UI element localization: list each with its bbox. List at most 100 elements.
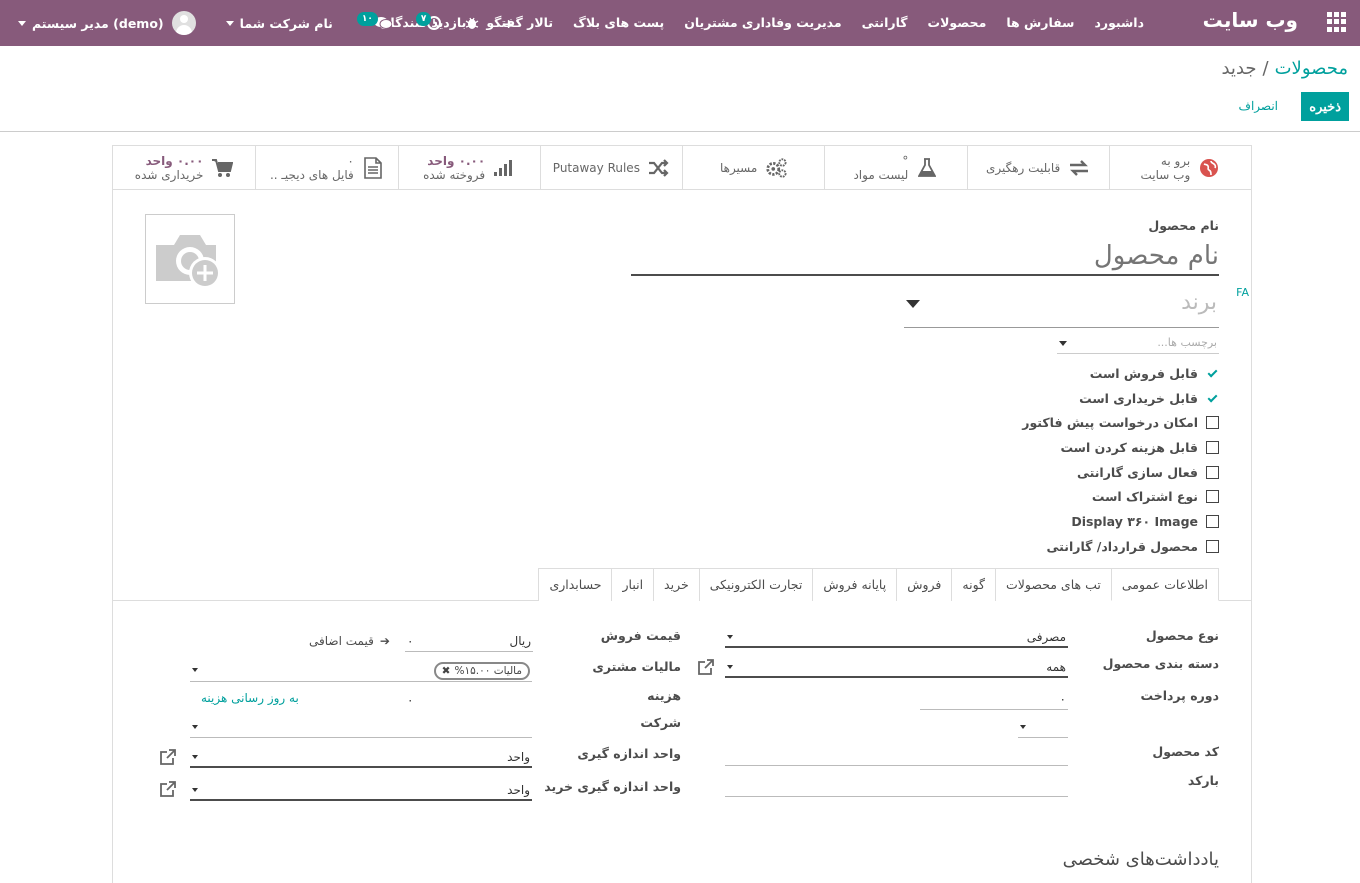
product-type-label: نوع محصول: [1145, 628, 1219, 643]
smart-button-putaway-label: Putaway Rules: [552, 161, 640, 175]
checkbox[interactable]: [1206, 416, 1219, 430]
user-name: مدیر سیستم (demo): [32, 15, 164, 31]
checkbox[interactable]: [1206, 465, 1219, 479]
currency-label: ریال: [509, 634, 531, 648]
uom-select[interactable]: واحد: [190, 746, 532, 768]
check-subscription[interactable]: نوع اشتراک است: [1022, 484, 1219, 509]
company-switcher[interactable]: نام شرکت شما: [220, 16, 333, 31]
check-label: امکان درخواست پیش فاکتور: [1022, 415, 1198, 431]
breadcrumb: محصولات / جدید: [1221, 58, 1348, 79]
category-select[interactable]: همه: [725, 656, 1068, 678]
menu-orders[interactable]: سفارش ها: [996, 0, 1084, 46]
remove-tag-icon[interactable]: ✖: [442, 664, 451, 678]
extra-price-button[interactable]: ➔ قیمت اضافی: [309, 634, 390, 648]
bar-chart-icon: [493, 157, 515, 179]
payment-period-label: دوره پرداخت: [1140, 688, 1219, 703]
avatar: [171, 11, 196, 35]
customer-tax-input[interactable]: مالیات ۱۵.۰۰% ✖: [190, 660, 532, 682]
product-type-select[interactable]: مصرفی: [725, 626, 1068, 648]
tab-pos[interactable]: پایانه فروش: [812, 568, 898, 601]
payment-period-unit-select[interactable]: [1018, 716, 1068, 738]
discard-button[interactable]: انصراف: [1231, 92, 1286, 121]
sale-price-input[interactable]: ریال ۰: [405, 630, 533, 652]
tags-input[interactable]: برچسب ها...: [1057, 332, 1219, 354]
smart-button-purchased[interactable]: ۰.۰۰ واحد خریداری شده: [113, 146, 255, 190]
update-cost-link[interactable]: به روز رسانی هزینه: [201, 691, 299, 705]
caret-down-icon: [192, 755, 198, 759]
external-link-icon[interactable]: [159, 749, 177, 765]
check-warranty[interactable]: فعال سازی گارانتی: [1022, 460, 1219, 485]
tab-purchase[interactable]: خرید: [653, 568, 700, 601]
messaging-menu[interactable]: ۱۰: [356, 12, 392, 30]
translate-lang-link[interactable]: FA: [1236, 286, 1249, 299]
barcode-input[interactable]: [725, 775, 1068, 797]
purchase-uom-value: واحد: [507, 783, 530, 797]
product-code-input[interactable]: [725, 744, 1068, 766]
plus-icon[interactable]: +: [503, 16, 513, 31]
debug-menu[interactable]: [465, 16, 479, 30]
save-button[interactable]: ذخیره: [1301, 92, 1349, 121]
checkbox-checked[interactable]: [1206, 366, 1219, 380]
extra-price-label: قیمت اضافی: [309, 634, 374, 648]
smart-button-putaway[interactable]: Putaway Rules: [539, 146, 682, 190]
payment-period-value: ۰: [1059, 692, 1066, 706]
product-image-upload[interactable]: [145, 214, 235, 304]
breadcrumb-products[interactable]: محصولات: [1275, 58, 1348, 79]
activity-menu[interactable]: ۷: [415, 12, 442, 30]
checkbox[interactable]: [1206, 514, 1219, 528]
company-select[interactable]: [190, 716, 532, 738]
company-label: شرکت: [640, 715, 681, 730]
menu-blog-posts[interactable]: پست های بلاگ: [563, 0, 674, 46]
menu-warranty[interactable]: گارانتی: [852, 0, 918, 46]
top-navbar: وب سایت داشبورد سفارش ها محصولات گارانتی…: [0, 0, 1360, 46]
tab-sales[interactable]: فروش: [896, 568, 953, 601]
external-link-icon[interactable]: [159, 781, 177, 797]
check-360-image[interactable]: Display ۳۶۰ Image: [1022, 509, 1219, 534]
user-menu[interactable]: مدیر سیستم (demo): [12, 11, 196, 35]
brand-select[interactable]: برند: [904, 288, 1219, 328]
check-expensable[interactable]: قابل هزینه کردن است: [1022, 435, 1219, 460]
check-label: قابل فروش است: [1089, 365, 1198, 381]
external-link-icon[interactable]: [697, 659, 715, 675]
checkbox[interactable]: [1206, 440, 1219, 454]
smart-button-sold[interactable]: ۰.۰۰ واحد فروخته شده: [397, 146, 540, 190]
check-contract[interactable]: محصول قرارداد/ گارانتی: [1022, 534, 1219, 559]
cost-input[interactable]: ۰: [405, 689, 533, 711]
checkbox[interactable]: [1206, 539, 1219, 553]
smart-button-digital-files[interactable]: ۰ فایل های دیجیـ ..: [255, 146, 397, 190]
smart-button-website[interactable]: برو به وب سایت: [1108, 146, 1251, 190]
purchase-uom-select[interactable]: واحد: [190, 779, 532, 801]
check-purchase-ok[interactable]: قابل خریداری است: [1022, 386, 1219, 411]
tab-inventory[interactable]: انبار: [611, 568, 655, 601]
check-sale-ok[interactable]: قابل فروش است: [1022, 361, 1219, 386]
tab-ecommerce[interactable]: تجارت الکترونیکی: [698, 568, 814, 601]
caret-down-icon: [1059, 341, 1067, 346]
smart-button-routes[interactable]: مسیرها: [682, 146, 824, 190]
customer-tax-label: مالیات مشتری: [592, 659, 681, 674]
tax-tag: مالیات ۱۵.۰۰% ✖: [433, 662, 530, 680]
smart-button-website-line1: برو به: [1160, 154, 1191, 168]
smart-button-traceability[interactable]: قابلیت رهگیری: [966, 146, 1109, 190]
check-quotation[interactable]: امکان درخواست پیش فاکتور: [1022, 410, 1219, 435]
menu-loyalty[interactable]: مدیریت وفاداری مشتریان: [674, 0, 851, 46]
control-panel-divider: [0, 131, 1360, 132]
smart-button-routes-label: مسیرها: [719, 161, 758, 175]
checkbox-checked[interactable]: [1206, 391, 1219, 405]
payment-period-input[interactable]: ۰: [920, 688, 1068, 710]
caret-down-icon: [727, 635, 733, 639]
smart-buttons: برو به وب سایت قابلیت رهگیری ° لیست مواد م…: [113, 146, 1251, 190]
apps-grid-icon[interactable]: [1326, 12, 1346, 32]
breadcrumb-current: جدید: [1221, 58, 1257, 79]
checkbox[interactable]: [1206, 490, 1219, 504]
smart-button-bom-count: °: [902, 154, 909, 168]
tab-accounting[interactable]: حسابداری: [538, 568, 613, 601]
smart-button-bom[interactable]: ° لیست مواد: [824, 146, 966, 190]
tab-product-tabs[interactable]: تب های محصولات: [995, 568, 1112, 601]
product-name-input[interactable]: [631, 238, 1219, 276]
tab-variants[interactable]: گونه: [951, 568, 996, 601]
menu-dashboard[interactable]: داشبورد: [1084, 0, 1154, 46]
menu-products[interactable]: محصولات: [918, 0, 997, 46]
check-label: Display ۳۶۰ Image: [1071, 513, 1198, 529]
tab-general[interactable]: اطلاعات عمومی: [1110, 568, 1219, 601]
caret-down-icon: [192, 668, 198, 672]
